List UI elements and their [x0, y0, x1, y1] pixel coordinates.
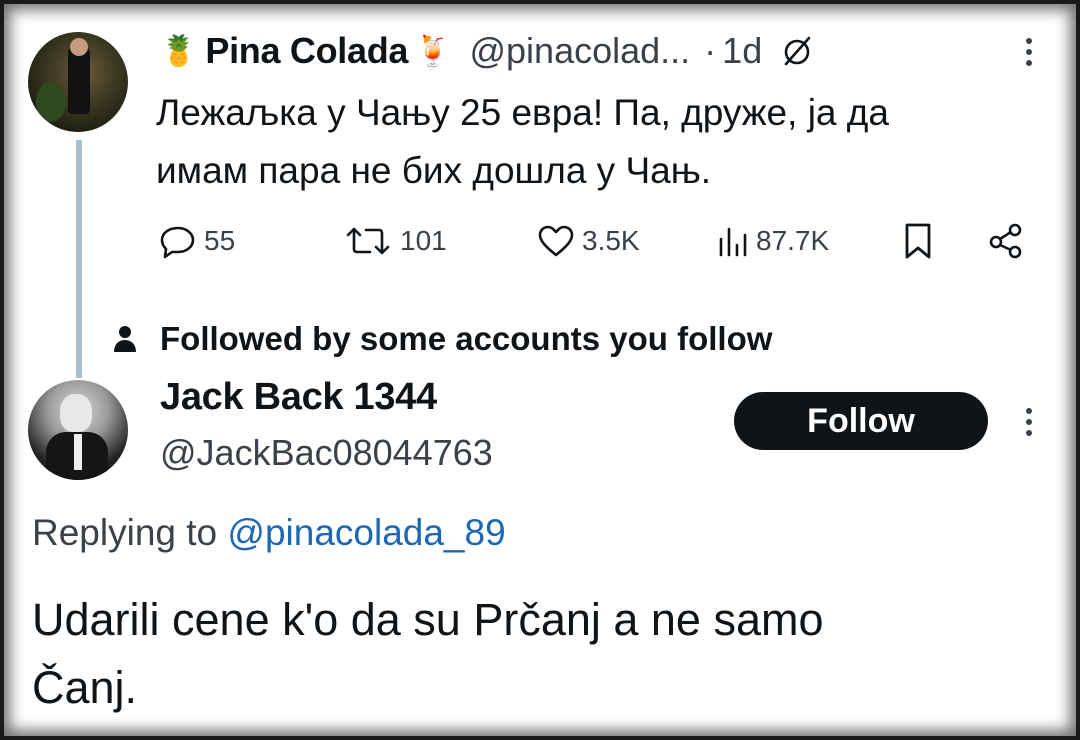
separator-dot: ·	[704, 30, 717, 71]
follow-button[interactable]: Follow	[734, 392, 988, 450]
cocktail-emoji: 🍹	[414, 34, 452, 68]
tweet-action-bar: 55 101 3.5K 87.7K	[156, 214, 1036, 268]
tweet-text: Лежаљка у Чању 25 евра! Па, друже, ја да…	[156, 84, 1056, 200]
avatar[interactable]	[28, 380, 128, 480]
views-count: 87.7K	[756, 225, 830, 256]
reply-text-line: Čanj.	[32, 662, 138, 713]
pineapple-emoji: 🍍	[160, 34, 198, 68]
tweet-header: 🍍 Pina Colada 🍹 @pinacolad... · 1d	[160, 24, 814, 78]
like-icon	[538, 225, 574, 257]
share-button[interactable]	[986, 214, 1032, 268]
reply-text: Udarili cene k'o da su Prčanj a ne samo …	[32, 586, 1032, 722]
repost-count: 101	[400, 225, 447, 256]
social-context: Followed by some accounts you follow	[112, 314, 772, 364]
thread-connector-line	[76, 140, 82, 378]
repost-button[interactable]: 101	[342, 214, 447, 268]
bookmark-button[interactable]	[902, 214, 940, 268]
tweet-text-line: Лежаљка у Чању 25 евра! Па, друже, ја да	[156, 92, 889, 133]
more-icon[interactable]	[1014, 34, 1044, 70]
views-icon	[719, 227, 747, 257]
replying-handle-link[interactable]: @pinacolada_89	[227, 512, 505, 553]
like-button[interactable]: 3.5K	[536, 214, 640, 268]
person-icon	[114, 326, 136, 352]
social-context-text: Followed by some accounts you follow	[160, 320, 773, 357]
replying-prefix: Replying to	[32, 512, 218, 553]
user-handle[interactable]: @JackBac08044763	[160, 432, 493, 474]
share-icon	[989, 223, 1022, 259]
views-button[interactable]: 87.7K	[716, 214, 829, 268]
more-icon[interactable]	[1014, 404, 1044, 440]
slash-icon	[784, 36, 811, 66]
reply-icon	[160, 226, 195, 259]
repost-icon	[346, 227, 390, 255]
like-count: 3.5K	[582, 225, 640, 256]
reply-text-line: Udarili cene k'o da su Prčanj a ne samo	[32, 594, 824, 645]
replying-to: Replying to @pinacolada_89	[32, 512, 506, 554]
bookmark-icon	[905, 223, 931, 259]
reply-button[interactable]: 55	[158, 214, 235, 268]
display-name[interactable]: Jack Back 1344	[160, 376, 437, 419]
timestamp[interactable]: 1d	[722, 30, 762, 72]
avatar[interactable]	[28, 32, 128, 132]
reply-count: 55	[204, 225, 236, 256]
tweet-text-line: имам пара не бих дошла у Чањ.	[156, 150, 712, 191]
display-name[interactable]: Pina Colada	[205, 30, 408, 72]
user-handle[interactable]: @pinacolad...	[469, 30, 690, 72]
